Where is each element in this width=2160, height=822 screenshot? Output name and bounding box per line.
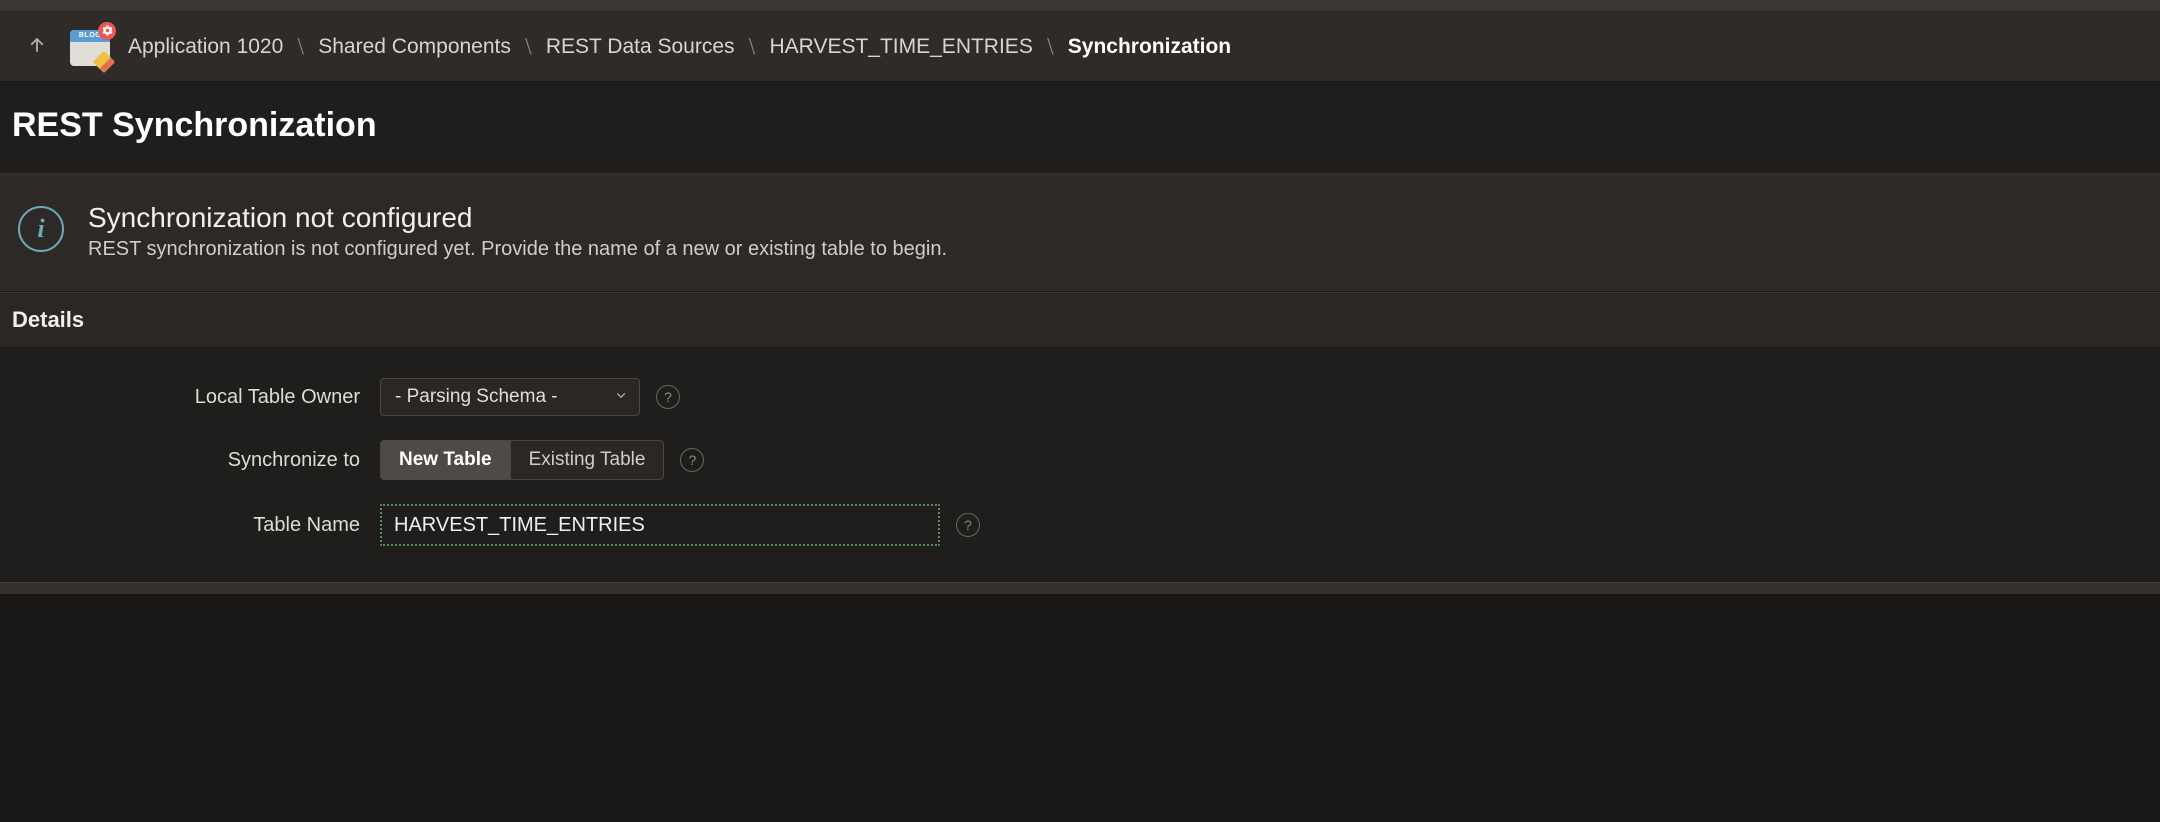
help-icon[interactable]: ? [956, 513, 980, 537]
breadcrumb-separator: ⧵ [1047, 34, 1054, 60]
notice-title: Synchronization not configured [88, 202, 947, 234]
toggle-synchronize-to: New Table Existing Table [380, 440, 664, 480]
breadcrumb-separator: ⧵ [749, 34, 756, 60]
bottom-strip [0, 582, 2160, 594]
toggle-existing-table[interactable]: Existing Table [510, 441, 664, 479]
help-icon[interactable]: ? [680, 448, 704, 472]
page-title-region: REST Synchronization [0, 82, 2160, 173]
row-synchronize-to: Synchronize to New Table Existing Table … [12, 440, 2148, 480]
notice-description: REST synchronization is not configured y… [88, 238, 947, 261]
gear-badge-icon [98, 22, 116, 40]
breadcrumb-bar: BLOG Application 1020 ⧵ Shared Component… [0, 12, 2160, 82]
row-local-table-owner: Local Table Owner ? [12, 378, 2148, 416]
breadcrumb-harvest[interactable]: HARVEST_TIME_ENTRIES [769, 35, 1032, 59]
details-form: Local Table Owner ? Synchronize to New T… [0, 348, 2160, 582]
application-icon[interactable]: BLOG [68, 24, 114, 70]
page-title: REST Synchronization [12, 106, 2148, 145]
breadcrumb-separator: ⧵ [525, 34, 532, 60]
info-icon: i [18, 206, 64, 252]
section-title: Details [12, 307, 2148, 333]
nav-up-icon[interactable] [20, 30, 54, 64]
breadcrumb-current: Synchronization [1068, 35, 1231, 59]
breadcrumb-separator: ⧵ [297, 34, 304, 60]
input-table-name[interactable] [380, 504, 940, 546]
breadcrumb-rest-sources[interactable]: REST Data Sources [546, 35, 735, 59]
row-table-name: Table Name ? [12, 504, 2148, 546]
help-icon[interactable]: ? [656, 385, 680, 409]
section-header-details: Details [0, 292, 2160, 348]
top-strip [0, 0, 2160, 12]
toggle-new-table[interactable]: New Table [381, 441, 510, 479]
label-synchronize-to: Synchronize to [12, 449, 380, 472]
notice-region: i Synchronization not configured REST sy… [0, 173, 2160, 292]
breadcrumb-shared-components[interactable]: Shared Components [318, 35, 511, 59]
breadcrumb-app[interactable]: Application 1020 [128, 35, 283, 59]
label-local-table-owner: Local Table Owner [12, 386, 380, 409]
select-local-table-owner[interactable] [380, 378, 640, 416]
label-table-name: Table Name [12, 514, 380, 537]
